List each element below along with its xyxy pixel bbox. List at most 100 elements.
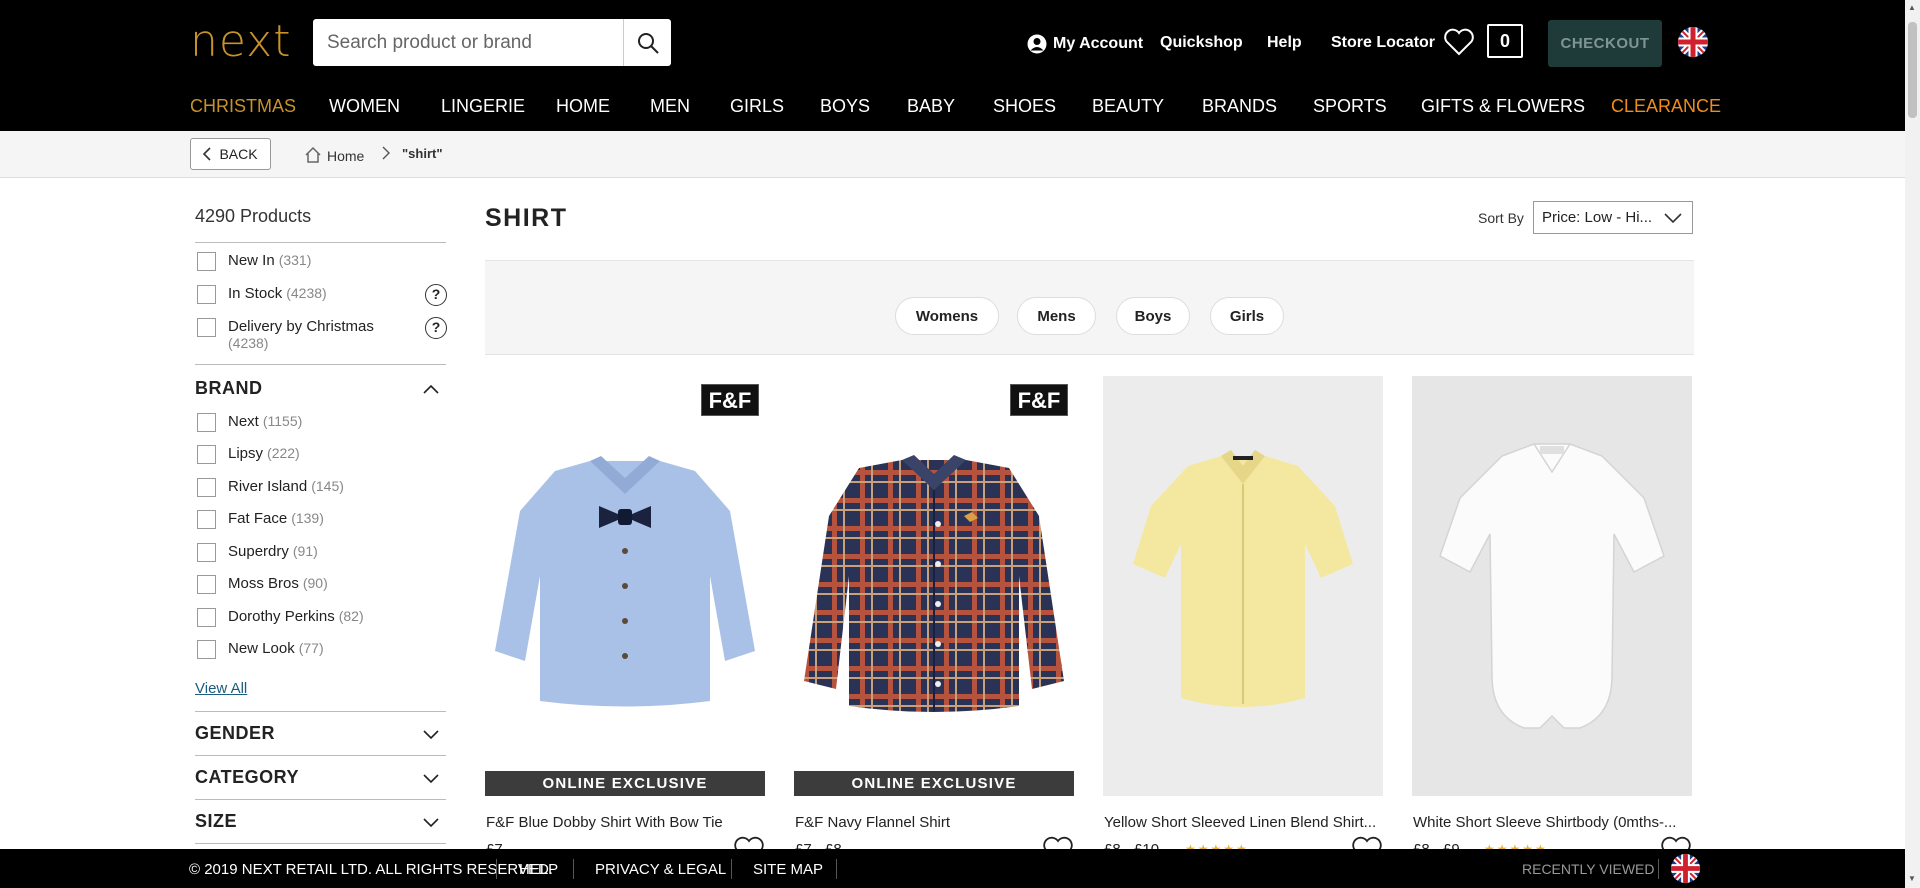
nav-clearance[interactable]: CLEARANCE: [1611, 96, 1721, 117]
nav-women[interactable]: WOMEN: [329, 96, 400, 117]
brand-section-title[interactable]: BRAND: [195, 378, 263, 399]
product-title[interactable]: Yellow Short Sleeved Linen Blend Shirt..…: [1104, 814, 1376, 831]
product-image[interactable]: [1103, 376, 1383, 796]
product-title[interactable]: F&F Navy Flannel Shirt: [795, 814, 950, 831]
nav-men[interactable]: MEN: [650, 96, 690, 117]
white-shirtbody-image: [1439, 443, 1665, 729]
checkbox[interactable]: [197, 413, 216, 432]
checkbox[interactable]: [197, 285, 216, 304]
product-title[interactable]: F&F Blue Dobby Shirt With Bow Tie: [486, 814, 723, 831]
product-count: 4290 Products: [195, 206, 312, 226]
nav-shoes[interactable]: SHOES: [993, 96, 1056, 117]
page-scrollbar[interactable]: ▲ ▼: [1905, 0, 1920, 888]
chevron-up-icon[interactable]: [423, 384, 439, 394]
brand-label: Lipsy: [228, 445, 264, 462]
breadcrumb-home[interactable]: Home: [304, 146, 364, 164]
brand-river-island[interactable]: River Island (145): [197, 478, 344, 497]
brand-new-look[interactable]: New Look (77): [197, 640, 324, 659]
sort-select[interactable]: Price: Low - Hi...: [1533, 201, 1693, 234]
nav-baby[interactable]: BABY: [907, 96, 955, 117]
product-card[interactable]: White Short Sleeve Shirtbody (0mths-... …: [1412, 376, 1692, 888]
brand-count: (222): [267, 445, 300, 461]
checkbox[interactable]: [197, 445, 216, 464]
shopping-bag-button[interactable]: 0: [1487, 24, 1523, 58]
footer-sitemap-link[interactable]: SITE MAP: [753, 861, 823, 878]
nav-sports[interactable]: SPORTS: [1313, 96, 1387, 117]
checkbox[interactable]: [197, 608, 216, 627]
checkbox[interactable]: [197, 640, 216, 659]
nav-home[interactable]: HOME: [556, 96, 610, 117]
scroll-up-arrow[interactable]: ▲: [1908, 3, 1916, 12]
chevron-down-icon[interactable]: [423, 730, 439, 740]
brand-lipsy[interactable]: Lipsy (222): [197, 445, 300, 464]
help-icon[interactable]: ?: [425, 317, 447, 339]
view-all-brands-link[interactable]: View All: [195, 680, 247, 697]
site-header: next My Account Quickshop Help Store Loc…: [0, 0, 1920, 131]
back-button[interactable]: BACK: [190, 138, 271, 170]
checkbox[interactable]: [197, 252, 216, 271]
chip-girls[interactable]: Girls: [1210, 297, 1284, 335]
product-image[interactable]: F&F ONLINE EXCLUSIVE: [794, 376, 1074, 796]
footer-privacy-link[interactable]: PRIVACY & LEGAL: [595, 861, 726, 878]
scrollbar-thumb[interactable]: [1908, 22, 1917, 118]
uk-flag-icon[interactable]: [1670, 853, 1701, 884]
nav-girls[interactable]: GIRLS: [730, 96, 784, 117]
help-icon[interactable]: ?: [425, 284, 447, 306]
product-title[interactable]: White Short Sleeve Shirtbody (0mths-...: [1413, 814, 1676, 831]
store-locator-link[interactable]: Store Locator: [1331, 34, 1435, 52]
brand-dorothy-perkins[interactable]: Dorothy Perkins (82): [197, 608, 364, 627]
gender-section-title[interactable]: GENDER: [195, 723, 275, 744]
checkbox[interactable]: [197, 318, 216, 337]
product-card[interactable]: F&F ONLINE EXCLUSIVE F&F Navy Flannel Sh…: [794, 376, 1074, 888]
my-account-link[interactable]: My Account: [1027, 34, 1143, 54]
nav-boys[interactable]: BOYS: [820, 96, 870, 117]
chevron-down-icon[interactable]: [423, 818, 439, 828]
chip-boys[interactable]: Boys: [1116, 297, 1190, 335]
page-title: SHIRT: [485, 204, 568, 232]
nav-gifts-flowers[interactable]: GIFTS & FLOWERS: [1421, 96, 1585, 117]
search-input[interactable]: [313, 19, 623, 66]
divider: [195, 799, 446, 800]
online-exclusive-ribbon: ONLINE EXCLUSIVE: [485, 771, 765, 796]
scroll-down-arrow[interactable]: ▼: [1908, 874, 1916, 883]
divider: [195, 843, 446, 844]
footer-help-link[interactable]: HELP: [519, 861, 558, 878]
chip-womens[interactable]: Womens: [895, 297, 999, 335]
brand-next[interactable]: Next (1155): [197, 413, 302, 432]
chevron-down-icon[interactable]: [423, 774, 439, 784]
recently-viewed-link[interactable]: RECENTLY VIEWED: [1522, 861, 1655, 877]
nav-beauty[interactable]: BEAUTY: [1092, 96, 1164, 117]
country-flag-button[interactable]: [1677, 26, 1709, 63]
next-logo[interactable]: next: [190, 18, 291, 66]
favourites-button[interactable]: [1443, 28, 1475, 61]
divider: [836, 859, 837, 879]
brand-moss-bros[interactable]: Moss Bros (90): [197, 575, 328, 594]
filter-count: (4238): [228, 335, 269, 351]
product-image[interactable]: [1412, 376, 1692, 796]
category-chips-panel: Womens Mens Boys Girls: [485, 260, 1694, 355]
checkbox[interactable]: [197, 575, 216, 594]
help-link[interactable]: Help: [1267, 34, 1302, 52]
checkbox[interactable]: [197, 543, 216, 562]
filter-new-in[interactable]: New In (331): [197, 252, 311, 271]
product-image[interactable]: F&F ONLINE EXCLUSIVE: [485, 376, 765, 796]
chip-mens[interactable]: Mens: [1017, 297, 1096, 335]
product-card[interactable]: F&F ONLINE EXCLUSIVE F&F Blue Dobby Shir…: [485, 376, 765, 888]
quickshop-link[interactable]: Quickshop: [1160, 34, 1243, 52]
filter-in-stock[interactable]: In Stock (4238): [197, 285, 327, 304]
category-section-title[interactable]: CATEGORY: [195, 767, 299, 788]
filter-delivery-by-christmas[interactable]: Delivery by Christmas (4238): [197, 318, 374, 352]
brand-count: (145): [311, 478, 344, 494]
search-button[interactable]: [623, 19, 671, 66]
brand-label: New Look: [228, 640, 295, 657]
brand-fat-face[interactable]: Fat Face (139): [197, 510, 324, 529]
product-card[interactable]: Yellow Short Sleeved Linen Blend Shirt..…: [1103, 376, 1383, 888]
size-section-title[interactable]: SIZE: [195, 811, 237, 832]
nav-lingerie[interactable]: LINGERIE: [441, 96, 525, 117]
nav-brands[interactable]: BRANDS: [1202, 96, 1277, 117]
checkout-button[interactable]: CHECKOUT: [1548, 20, 1662, 67]
checkbox[interactable]: [197, 510, 216, 529]
checkbox[interactable]: [197, 478, 216, 497]
nav-christmas[interactable]: CHRISTMAS: [190, 96, 296, 117]
brand-superdry[interactable]: Superdry (91): [197, 543, 318, 562]
